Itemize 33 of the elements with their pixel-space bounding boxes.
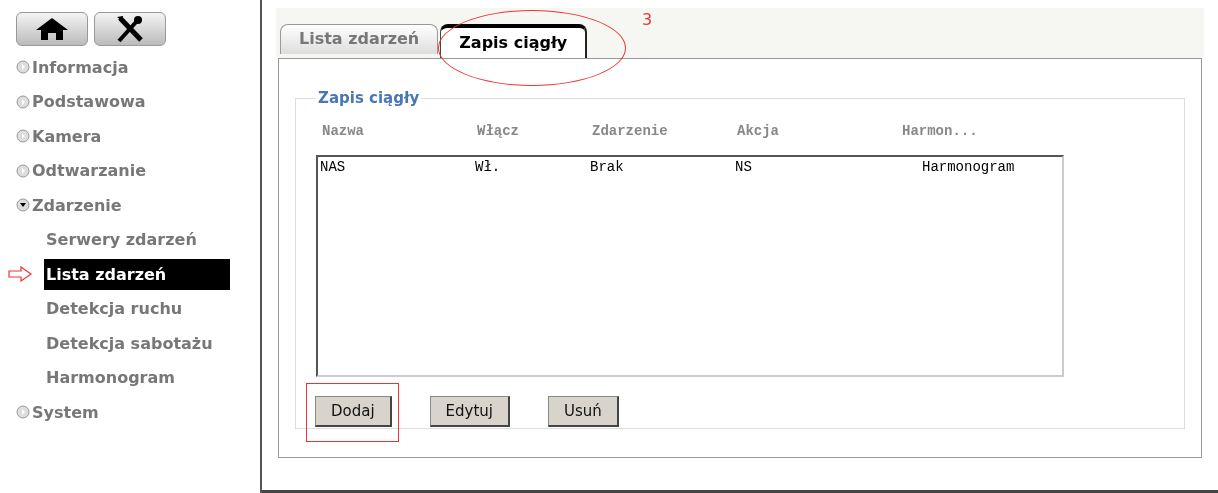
action-button[interactable]: Edytuj (429, 396, 511, 427)
sidebar-subitem[interactable]: Harmonogram (44, 362, 187, 394)
sidebar-subitem[interactable]: Detekcja sabotażu (44, 327, 225, 359)
home-button[interactable] (16, 12, 88, 46)
sidebar-item[interactable]: System (32, 402, 99, 422)
arrow-icon (8, 266, 32, 282)
home-icon (34, 17, 70, 41)
table-cell-text: Wł. (475, 159, 502, 175)
tools-icon (115, 15, 145, 43)
table-cell-text: Brak (590, 159, 625, 175)
tab[interactable]: Lista zdarzeń (280, 24, 439, 54)
action-button[interactable]: Dodaj (315, 396, 392, 427)
sidebar-item[interactable]: Informacja (32, 57, 129, 77)
sidebar-subitem[interactable]: Detekcja ruchu (44, 293, 195, 325)
settings-button[interactable] (94, 12, 166, 46)
table-cell-text: NS (735, 159, 753, 175)
action-button[interactable]: Usuń (548, 396, 619, 427)
sidebar-subitem[interactable]: Serwery zdarzeń (44, 224, 209, 256)
column-header: Akcja (737, 123, 780, 139)
column-header: Zdarzenie (592, 123, 669, 139)
group-title: Zapis ciągły (317, 89, 421, 107)
tab[interactable]: Zapis ciągły (440, 24, 588, 58)
sidebar-subitem[interactable]: Lista zdarzeń (44, 258, 230, 290)
sidebar-item[interactable]: Kamera (32, 126, 102, 146)
sidebar-item[interactable]: Odtwarzanie (32, 161, 146, 181)
column-header: Harmon... (902, 123, 979, 139)
column-header: Nazwa (322, 123, 365, 139)
sidebar-item[interactable]: Podstawowa (32, 92, 146, 112)
table-cell-text: Harmonogram (921, 159, 1016, 175)
sidebar-item[interactable]: Zdarzenie (32, 195, 122, 215)
column-header: Włącz (477, 123, 520, 139)
annotation-number: 3 (642, 10, 653, 29)
table-cell-text: NAS (320, 159, 347, 175)
